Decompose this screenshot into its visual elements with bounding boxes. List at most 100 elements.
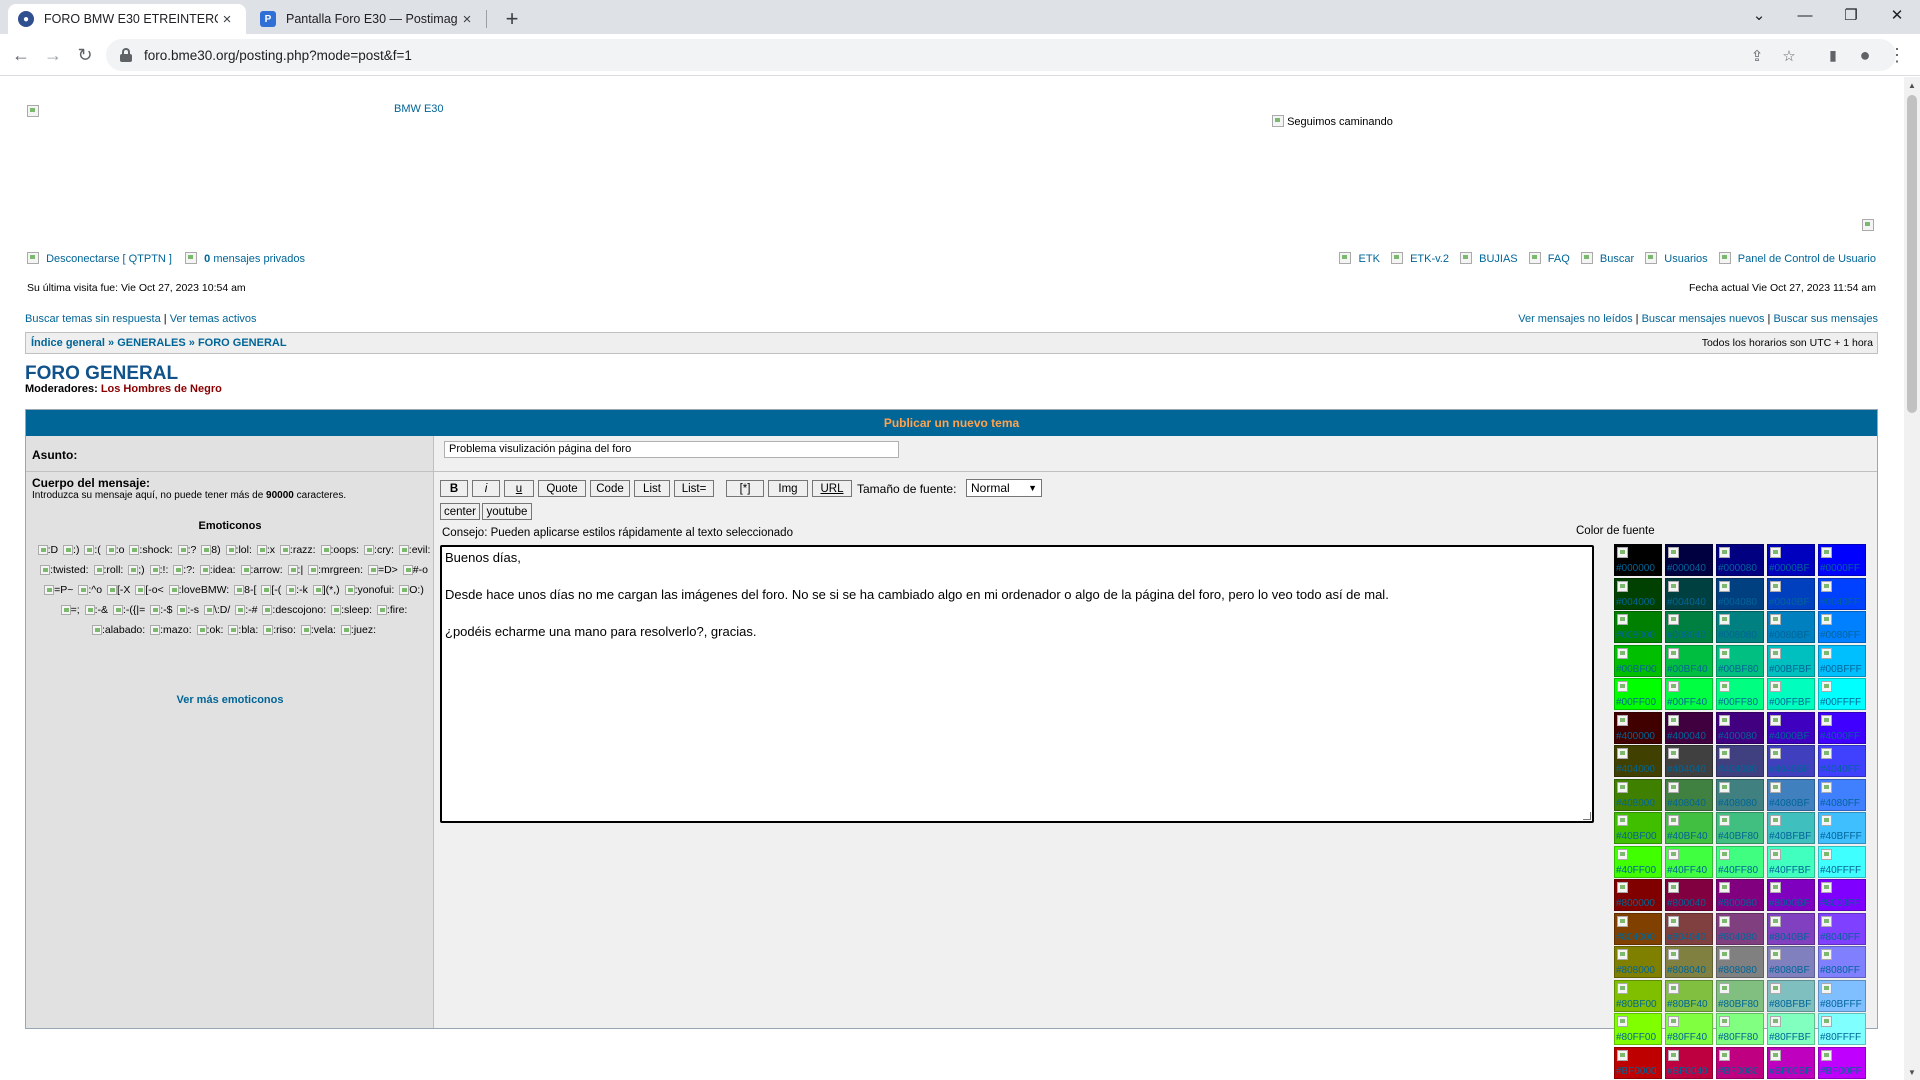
- emoticon-45[interactable]: :alabado:: [91, 620, 145, 640]
- color-swatch[interactable]: #8040FF: [1818, 912, 1866, 945]
- code-button[interactable]: Code: [590, 480, 630, 497]
- emoticon-28[interactable]: :loveBMW:: [168, 580, 229, 600]
- emoticon-7[interactable]: :lol:: [225, 540, 252, 560]
- color-swatch[interactable]: #008040: [1665, 611, 1713, 643]
- emoticon-31[interactable]: :-k: [286, 580, 308, 600]
- reload-button[interactable]: ↻: [72, 42, 98, 68]
- browser-menu-icon[interactable]: ⋮: [1884, 42, 1910, 68]
- color-swatch[interactable]: #004040: [1665, 577, 1713, 610]
- forward-button[interactable]: →: [40, 42, 66, 68]
- nav-etk-link[interactable]: ETK: [1359, 253, 1380, 265]
- breadcrumb-generales[interactable]: GENERALES: [117, 337, 185, 349]
- logo-alt-text[interactable]: BMW E30: [394, 103, 444, 115]
- list-item-button[interactable]: [*]: [726, 480, 764, 497]
- side-panel-icon[interactable]: ▮: [1820, 42, 1846, 68]
- bookmark-star-icon[interactable]: ☆: [1780, 47, 1798, 65]
- color-swatch[interactable]: #8080FF: [1818, 946, 1866, 978]
- color-swatch[interactable]: #80FF80: [1716, 1013, 1764, 1045]
- scroll-down-arrow-icon[interactable]: ▼: [1904, 1066, 1920, 1078]
- color-swatch[interactable]: #40BF80: [1716, 812, 1764, 844]
- font-size-select[interactable]: Normal ▼: [966, 479, 1042, 497]
- emoticon-50[interactable]: :vela:: [300, 620, 336, 640]
- color-swatch[interactable]: #4000FF: [1818, 711, 1866, 744]
- color-swatch[interactable]: #800040: [1665, 879, 1713, 911]
- emoticon-13[interactable]: :twisted:: [40, 560, 89, 580]
- color-swatch[interactable]: #40FF80: [1716, 845, 1764, 878]
- color-swatch[interactable]: #0080FF: [1818, 611, 1866, 643]
- emoticon-20[interactable]: :|: [287, 560, 303, 580]
- emoticon-21[interactable]: :mrgreen:: [308, 560, 363, 580]
- color-swatch[interactable]: #000080: [1716, 544, 1764, 576]
- emoticon-0[interactable]: :D: [37, 540, 58, 560]
- color-swatch[interactable]: #40BF00: [1614, 812, 1662, 844]
- color-swatch[interactable]: #BF0040: [1665, 1046, 1713, 1079]
- breadcrumb-foro-general[interactable]: FORO GENERAL: [198, 337, 287, 349]
- color-swatch[interactable]: #80FFBF: [1767, 1013, 1815, 1045]
- youtube-button[interactable]: youtube: [482, 503, 532, 520]
- forum-title[interactable]: FORO GENERAL: [25, 363, 178, 385]
- emoticon-5[interactable]: :?: [177, 540, 196, 560]
- emoticon-6[interactable]: 8): [201, 540, 221, 560]
- emoticon-10[interactable]: :oops:: [320, 540, 359, 560]
- emoticon-34[interactable]: O:): [399, 580, 424, 600]
- emoticon-19[interactable]: :arrow:: [240, 560, 283, 580]
- color-swatch[interactable]: #4080BF: [1767, 778, 1815, 811]
- emoticon-4[interactable]: :shock:: [129, 540, 173, 560]
- color-swatch[interactable]: #808040: [1665, 946, 1713, 978]
- color-swatch[interactable]: #8080BF: [1767, 946, 1815, 978]
- color-swatch[interactable]: #BF00FF: [1818, 1046, 1866, 1079]
- color-swatch[interactable]: #408040: [1665, 778, 1713, 811]
- nav-search-link[interactable]: Buscar: [1600, 253, 1634, 265]
- logout-link[interactable]: Desconectarse [ QTPTN ]: [46, 253, 172, 265]
- emoticon-3[interactable]: :o: [105, 540, 124, 560]
- emoticon-17[interactable]: :?:: [173, 560, 195, 580]
- emoticon-46[interactable]: :mazo:: [150, 620, 192, 640]
- scroll-up-arrow-icon[interactable]: ▲: [1904, 79, 1920, 91]
- color-swatch[interactable]: #80BFFF: [1818, 979, 1866, 1012]
- emoticon-35[interactable]: =;: [60, 600, 80, 620]
- emoticon-14[interactable]: :roll:: [93, 560, 123, 580]
- emoticon-22[interactable]: =D>: [367, 560, 398, 580]
- color-swatch[interactable]: #40FFFF: [1818, 845, 1866, 878]
- tab-foro-bmw[interactable]: ● FORO BMW E30 ETREINTEROS - ×: [8, 4, 246, 34]
- color-swatch[interactable]: #404080: [1716, 745, 1764, 777]
- bold-button[interactable]: B: [440, 480, 468, 497]
- underline-button[interactable]: u: [504, 480, 534, 497]
- color-swatch[interactable]: #804080: [1716, 912, 1764, 945]
- img-button[interactable]: Img: [768, 480, 808, 497]
- emoticon-44[interactable]: :fire:: [376, 600, 407, 620]
- color-swatch[interactable]: #40BFFF: [1818, 812, 1866, 844]
- color-swatch[interactable]: #008080: [1716, 611, 1764, 643]
- emoticon-40[interactable]: \:D/: [203, 600, 230, 620]
- emoticon-15[interactable]: ;): [128, 560, 145, 580]
- color-swatch[interactable]: #000000: [1614, 544, 1662, 576]
- emoticon-41[interactable]: :-#: [235, 600, 258, 620]
- color-swatch[interactable]: #80BF00: [1614, 979, 1662, 1012]
- color-swatch[interactable]: #808000: [1614, 946, 1662, 978]
- color-swatch[interactable]: #0000FF: [1818, 544, 1866, 576]
- color-swatch[interactable]: #BF0000: [1614, 1046, 1662, 1079]
- moderators-link[interactable]: Los Hombres de Negro: [101, 383, 222, 395]
- color-swatch[interactable]: #808080: [1716, 946, 1764, 978]
- lock-icon[interactable]: [120, 48, 132, 62]
- color-swatch[interactable]: #40FF00: [1614, 845, 1662, 878]
- private-messages-link[interactable]: 0 mensajes privados: [204, 253, 305, 265]
- unread-posts-link[interactable]: Ver mensajes no leídos: [1518, 313, 1632, 325]
- close-tab-icon[interactable]: ×: [458, 10, 476, 28]
- color-swatch[interactable]: #4040BF: [1767, 745, 1815, 777]
- quote-button[interactable]: Quote: [538, 480, 586, 497]
- header-logo[interactable]: [27, 104, 39, 118]
- color-swatch[interactable]: #00BFBF: [1767, 644, 1815, 677]
- color-swatch[interactable]: #BF0080: [1716, 1046, 1764, 1079]
- restore-button[interactable]: ❐: [1828, 0, 1874, 30]
- color-swatch[interactable]: #008000: [1614, 611, 1662, 643]
- color-swatch[interactable]: #80FFFF: [1818, 1013, 1866, 1045]
- color-swatch[interactable]: #404040: [1665, 745, 1713, 777]
- more-emoticons-link[interactable]: Ver más emoticonos: [26, 694, 434, 706]
- profile-avatar-icon[interactable]: ●: [1852, 42, 1878, 68]
- color-swatch[interactable]: #00BF40: [1665, 644, 1713, 677]
- unanswered-topics-link[interactable]: Buscar temas sin respuesta: [25, 313, 161, 325]
- share-icon[interactable]: ⇪: [1748, 47, 1766, 65]
- color-swatch[interactable]: #00BF80: [1716, 644, 1764, 677]
- resize-handle[interactable]: [1583, 812, 1591, 820]
